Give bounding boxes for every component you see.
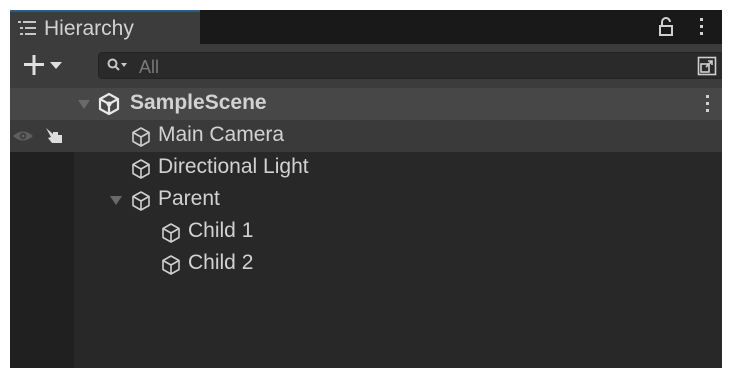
scene-row[interactable]: SampleScene [10,88,722,120]
item-label: Parent [158,187,220,210]
tab-hierarchy[interactable]: Hierarchy [10,10,200,44]
cube-icon [162,223,180,243]
eye-icon[interactable] [12,129,34,143]
plus-dropdown-icon[interactable] [22,54,76,76]
search-field[interactable] [98,52,722,79]
fold-arrow-icon[interactable] [78,100,90,109]
tab-strip: Hierarchy [10,10,722,44]
tree-item-child-1[interactable]: Child 1 [10,216,722,248]
scene-menu-icon[interactable] [704,94,712,114]
tab-title: Hierarchy [44,17,134,40]
popout-icon[interactable] [697,56,717,76]
hierarchy-tree: SampleScene Main Camera Directional Ligh… [10,88,722,368]
lock-icon[interactable] [658,17,674,37]
cube-icon [132,127,150,147]
list-icon [18,21,36,35]
hierarchy-toolbar [10,44,722,88]
cube-icon [162,255,180,275]
tree-item-directional-light[interactable]: Directional Light [10,152,722,184]
tree-item-child-2[interactable]: Child 2 [10,248,722,280]
cube-icon [132,159,150,179]
item-label: Directional Light [158,155,309,178]
kebab-menu-icon[interactable] [698,17,706,37]
tree-item-main-camera[interactable]: Main Camera [10,120,722,152]
item-label: Child 2 [188,251,254,274]
pointing-hand-icon[interactable] [44,126,66,146]
scene-name: SampleScene [130,91,267,114]
search-icon [107,58,127,71]
fold-arrow-icon[interactable] [110,196,122,205]
item-label: Child 1 [188,219,254,242]
cube-icon [132,191,150,211]
tree-item-parent[interactable]: Parent [10,184,722,216]
hierarchy-window: Hierarchy All SampleScene Main Camera Di… [10,10,722,368]
unity-logo-icon [98,93,120,115]
search-input[interactable] [137,55,681,79]
item-label: Main Camera [158,123,285,146]
